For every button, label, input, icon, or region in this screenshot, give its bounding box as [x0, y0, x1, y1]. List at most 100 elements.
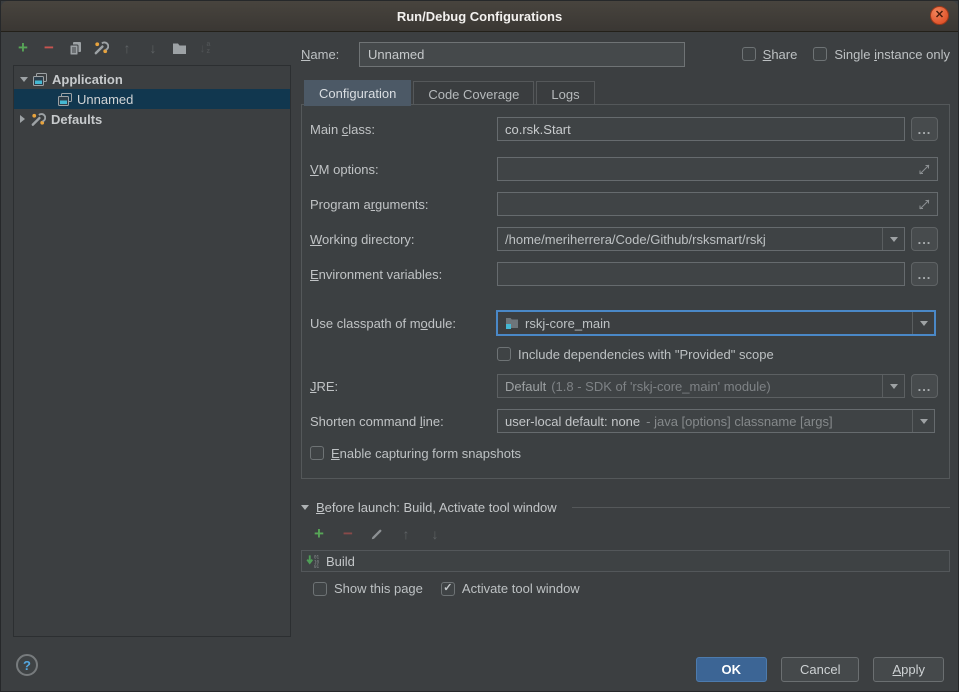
tree-item-application[interactable]: Application: [14, 69, 290, 89]
include-provided-checkbox[interactable]: [497, 347, 511, 361]
include-provided-row: Include dependencies with "Provided" sco…: [310, 346, 938, 362]
edit-defaults-button[interactable]: [93, 40, 109, 56]
before-launch-task-build[interactable]: 01 10 01 Build: [301, 550, 950, 572]
main-class-browse-button[interactable]: ...: [911, 117, 938, 141]
help-button[interactable]: ?: [16, 654, 38, 676]
plus-icon: +: [18, 38, 28, 58]
plus-icon: +: [314, 524, 324, 544]
minus-icon: −: [44, 38, 54, 58]
chevron-down-icon[interactable]: [20, 77, 28, 82]
copy-icon: [68, 41, 83, 56]
remove-configuration-button[interactable]: −: [41, 40, 57, 56]
folder-icon: [172, 42, 187, 55]
move-up-button[interactable]: ↑: [119, 40, 135, 56]
separator: [572, 507, 950, 508]
copy-configuration-button[interactable]: [67, 40, 83, 56]
tab-bar: Configuration Code Coverage Logs: [304, 80, 597, 106]
tree-item-unnamed[interactable]: Unnamed: [14, 89, 290, 109]
jre-label: JRE:: [310, 379, 497, 394]
name-label: Name:: [301, 47, 359, 62]
dropdown-button[interactable]: [882, 375, 904, 397]
working-directory-combo[interactable]: /home/meriherrera/Code/Github/rsksmart/r…: [497, 227, 905, 251]
move-task-down-button[interactable]: ↓: [427, 526, 443, 542]
move-down-button[interactable]: ↓: [145, 40, 161, 56]
apply-button[interactable]: Apply: [873, 657, 944, 682]
tab-logs[interactable]: Logs: [536, 81, 594, 106]
main-class-field[interactable]: co.rsk.Start: [497, 117, 905, 141]
single-instance-label: Single instance only: [834, 47, 950, 62]
environment-variables-field[interactable]: [497, 262, 905, 286]
activate-tool-window-checkbox[interactable]: [441, 582, 455, 596]
show-this-page-checkbox[interactable]: [313, 582, 327, 596]
tab-code-coverage[interactable]: Code Coverage: [413, 81, 534, 106]
ellipsis-icon: ...: [918, 232, 932, 247]
create-folder-button[interactable]: [171, 40, 187, 56]
before-launch-header[interactable]: Before launch: Build, Activate tool wind…: [301, 498, 950, 516]
name-row: Name: Share Single instance only: [301, 41, 950, 67]
dropdown-button[interactable]: [912, 312, 934, 334]
share-option[interactable]: Share: [742, 47, 798, 62]
before-launch-toolbar: + − ↑ ↓: [301, 525, 950, 543]
wrench-icon: [30, 112, 46, 127]
sort-configurations-button[interactable]: ↓az: [197, 40, 213, 56]
arrow-down-icon: ↓: [432, 526, 439, 542]
close-button[interactable]: ✕: [930, 6, 949, 25]
program-arguments-field[interactable]: [497, 192, 938, 216]
chevron-down-icon[interactable]: [301, 505, 309, 510]
enable-capturing-row: Enable capturing form snapshots: [310, 444, 938, 462]
vm-options-row: VM options:: [310, 156, 938, 182]
build-icon: 01 10 01: [306, 554, 321, 569]
main-class-row: Main class: co.rsk.Start ...: [310, 116, 938, 142]
chevron-right-icon[interactable]: [20, 115, 25, 123]
configuration-panel: Main class: co.rsk.Start ... VM options:…: [301, 104, 950, 479]
tree-item-defaults[interactable]: Defaults: [14, 109, 290, 129]
environment-variables-row: Environment variables: ...: [310, 261, 938, 287]
environment-variables-browse-button[interactable]: ...: [911, 262, 938, 286]
single-instance-option[interactable]: Single instance only: [813, 47, 950, 62]
vm-options-field[interactable]: [497, 157, 938, 181]
show-this-page-label: Show this page: [334, 581, 423, 596]
use-classpath-combo[interactable]: rskj-core_main: [497, 311, 935, 335]
dialog-buttons: OK Cancel Apply: [696, 657, 945, 682]
share-checkbox[interactable]: [742, 47, 756, 61]
tree-item-label: Application: [52, 72, 123, 87]
working-directory-label: Working directory:: [310, 232, 497, 247]
add-configuration-button[interactable]: +: [15, 40, 31, 56]
shorten-command-line-combo[interactable]: user-local default: none- java [options]…: [497, 409, 935, 433]
working-directory-row: Working directory: /home/meriherrera/Cod…: [310, 226, 938, 252]
chevron-down-icon: [920, 419, 928, 424]
environment-variables-label: Environment variables:: [310, 267, 497, 282]
edit-task-button[interactable]: [369, 526, 385, 542]
show-this-page-option[interactable]: Show this page: [313, 581, 423, 596]
activate-tool-window-option[interactable]: Activate tool window: [441, 581, 580, 596]
enable-capturing-option[interactable]: Enable capturing form snapshots: [310, 446, 521, 461]
arrow-up-icon: ↑: [124, 40, 131, 56]
title-bar[interactable]: Run/Debug Configurations ✕: [1, 1, 958, 32]
dropdown-button[interactable]: [912, 410, 934, 432]
move-task-up-button[interactable]: ↑: [398, 526, 414, 542]
jre-combo[interactable]: Default(1.8 - SDK of 'rskj-core_main' mo…: [497, 374, 905, 398]
name-input[interactable]: [359, 42, 685, 67]
dropdown-button[interactable]: [882, 228, 904, 250]
configurations-tree: Application Unnamed Defaults: [13, 65, 291, 637]
close-icon: ✕: [935, 10, 944, 21]
use-classpath-row: Use classpath of module: rskj-core_main: [310, 309, 938, 337]
chevron-down-icon: [920, 321, 928, 326]
cancel-button[interactable]: Cancel: [781, 657, 859, 682]
expand-field-icon[interactable]: [919, 199, 930, 210]
remove-task-button[interactable]: −: [340, 526, 356, 542]
enable-capturing-checkbox[interactable]: [310, 446, 324, 460]
application-icon: [58, 93, 72, 106]
expand-field-icon[interactable]: [919, 164, 930, 175]
working-directory-browse-button[interactable]: ...: [911, 227, 938, 251]
ok-button[interactable]: OK: [696, 657, 768, 682]
add-task-button[interactable]: +: [311, 526, 327, 542]
program-arguments-row: Program arguments:: [310, 191, 938, 217]
jre-browse-button[interactable]: ...: [911, 374, 938, 398]
include-provided-option[interactable]: Include dependencies with "Provided" sco…: [497, 347, 774, 362]
before-launch-options: Show this page Activate tool window: [301, 581, 950, 596]
ellipsis-icon: ...: [918, 379, 932, 394]
before-launch-title: Before launch: Build, Activate tool wind…: [316, 500, 557, 515]
single-instance-checkbox[interactable]: [813, 47, 827, 61]
tab-configuration[interactable]: Configuration: [304, 80, 411, 106]
